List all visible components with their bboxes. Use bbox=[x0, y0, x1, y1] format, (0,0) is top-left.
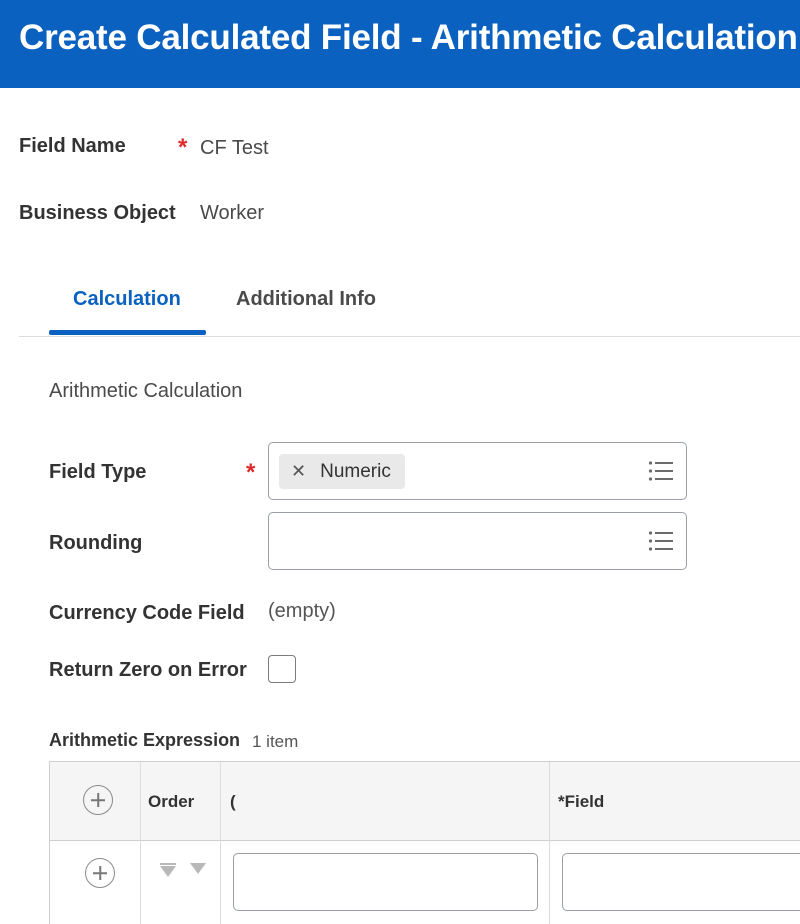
add-row-icon[interactable] bbox=[83, 785, 113, 815]
close-icon[interactable]: ✕ bbox=[291, 461, 306, 482]
tab-calculation[interactable]: Calculation bbox=[73, 288, 181, 311]
return-zero-checkbox[interactable] bbox=[268, 655, 296, 683]
grid-title: Arithmetic Expression bbox=[49, 730, 241, 750]
field-input[interactable] bbox=[562, 853, 800, 911]
field-type-selected-pill: ✕ Numeric bbox=[279, 454, 405, 489]
required-indicator: * bbox=[246, 459, 256, 486]
business-object-value: Worker bbox=[200, 202, 265, 224]
arithmetic-expression-grid: Order ( *Field bbox=[49, 761, 800, 924]
rounding-label: Rounding bbox=[49, 532, 143, 554]
page-title: Create Calculated Field - Arithmetic Cal… bbox=[19, 18, 798, 57]
field-type-prompt[interactable]: ✕ Numeric bbox=[268, 442, 687, 500]
required-indicator: * bbox=[178, 134, 188, 161]
field-name-value: CF Test bbox=[200, 137, 269, 159]
active-tab-indicator bbox=[49, 330, 206, 335]
grid-item-count: 1 item bbox=[252, 732, 299, 751]
page-header: Create Calculated Field - Arithmetic Cal… bbox=[0, 0, 800, 88]
column-divider bbox=[549, 762, 550, 924]
add-row-icon[interactable] bbox=[85, 858, 115, 888]
column-header-open-paren: ( bbox=[230, 792, 236, 811]
column-divider bbox=[220, 762, 221, 924]
tab-additional-info[interactable]: Additional Info bbox=[236, 288, 376, 311]
list-icon[interactable] bbox=[648, 530, 674, 552]
return-zero-label: Return Zero on Error bbox=[49, 659, 247, 681]
column-header-field: *Field bbox=[558, 792, 605, 811]
field-type-selected-value: Numeric bbox=[320, 460, 391, 482]
sort-arrow-icon[interactable] bbox=[190, 863, 206, 877]
open-paren-input[interactable] bbox=[233, 853, 538, 911]
business-object-label: Business Object bbox=[19, 202, 176, 224]
column-header-order: Order bbox=[148, 792, 195, 811]
sort-arrow-icon[interactable] bbox=[160, 863, 176, 877]
tab-divider bbox=[19, 336, 800, 337]
section-title: Arithmetic Calculation bbox=[49, 380, 243, 402]
rounding-prompt[interactable] bbox=[268, 512, 687, 570]
column-divider bbox=[140, 762, 141, 924]
list-icon[interactable] bbox=[648, 460, 674, 482]
currency-code-label: Currency Code Field bbox=[49, 602, 245, 624]
field-name-label: Field Name bbox=[19, 135, 126, 157]
currency-code-value: (empty) bbox=[268, 600, 336, 622]
field-type-label: Field Type bbox=[49, 461, 147, 483]
